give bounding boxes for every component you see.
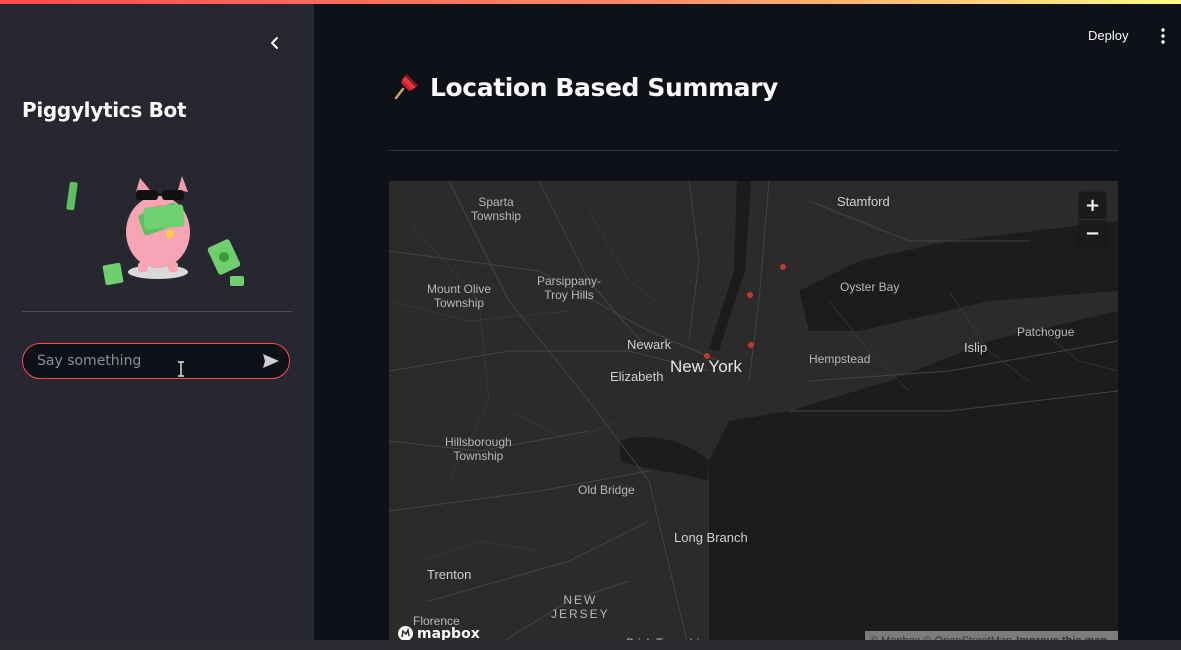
map-label-newark: Newark (627, 337, 672, 352)
map-label-patchogue: Patchogue (1017, 325, 1075, 339)
map-label-hillsborough: Hillsborough Township (445, 435, 512, 463)
sidebar-divider (22, 311, 292, 312)
map-label-hempstead: Hempstead (809, 352, 871, 366)
zoom-control: + − (1079, 192, 1106, 246)
chat-input[interactable] (23, 352, 253, 370)
location-marker[interactable] (780, 264, 786, 270)
map-label-islip: Islip (964, 340, 988, 355)
map-label-elizabeth: Elizabeth (610, 369, 664, 384)
page-title-text: Location Based Summary (430, 72, 778, 102)
map-view[interactable]: Sparta Township Stamford Parsippany- Tro… (389, 181, 1118, 650)
pig-mascot-image (66, 176, 244, 286)
map-terrain (389, 181, 1118, 650)
chevron-left-icon (271, 37, 278, 49)
zoom-in-button[interactable]: + (1079, 192, 1106, 219)
map-label-stamford: Stamford (837, 194, 890, 209)
zoom-out-button[interactable]: − (1079, 219, 1106, 247)
location-marker[interactable] (747, 292, 753, 298)
map-label-sparta: Sparta Township (471, 195, 522, 223)
chat-input-container (22, 343, 290, 379)
sidebar-title: Piggylytics Bot (22, 98, 187, 122)
map-label-trenton: Trenton (427, 567, 472, 582)
send-icon (263, 354, 279, 368)
map-label-new-jersey: NEW JERSEY (551, 593, 610, 621)
map-label-parsippany: Parsippany- Troy Hills (537, 274, 602, 302)
main-menu-icon[interactable] (1156, 27, 1170, 45)
map-label-oyster-bay: Oyster Bay (840, 280, 900, 294)
title-divider (389, 150, 1118, 151)
sidebar: Piggylytics Bot (0, 4, 314, 650)
collapse-sidebar-button[interactable] (262, 30, 288, 56)
map-label-mount-olive: Mount Olive Township (427, 282, 492, 310)
map-label-long-branch: Long Branch (674, 530, 748, 545)
map-label-old-bridge: Old Bridge (578, 483, 635, 497)
bottom-strip (0, 640, 1181, 650)
page-title: Location Based Summary (390, 72, 778, 102)
send-button[interactable] (253, 344, 289, 378)
location-marker[interactable] (748, 342, 754, 348)
pushpin-icon (394, 74, 418, 100)
text-cursor-icon (178, 361, 184, 377)
map-label-new-york: New York (670, 357, 742, 376)
deploy-button[interactable]: Deploy (1088, 28, 1128, 43)
